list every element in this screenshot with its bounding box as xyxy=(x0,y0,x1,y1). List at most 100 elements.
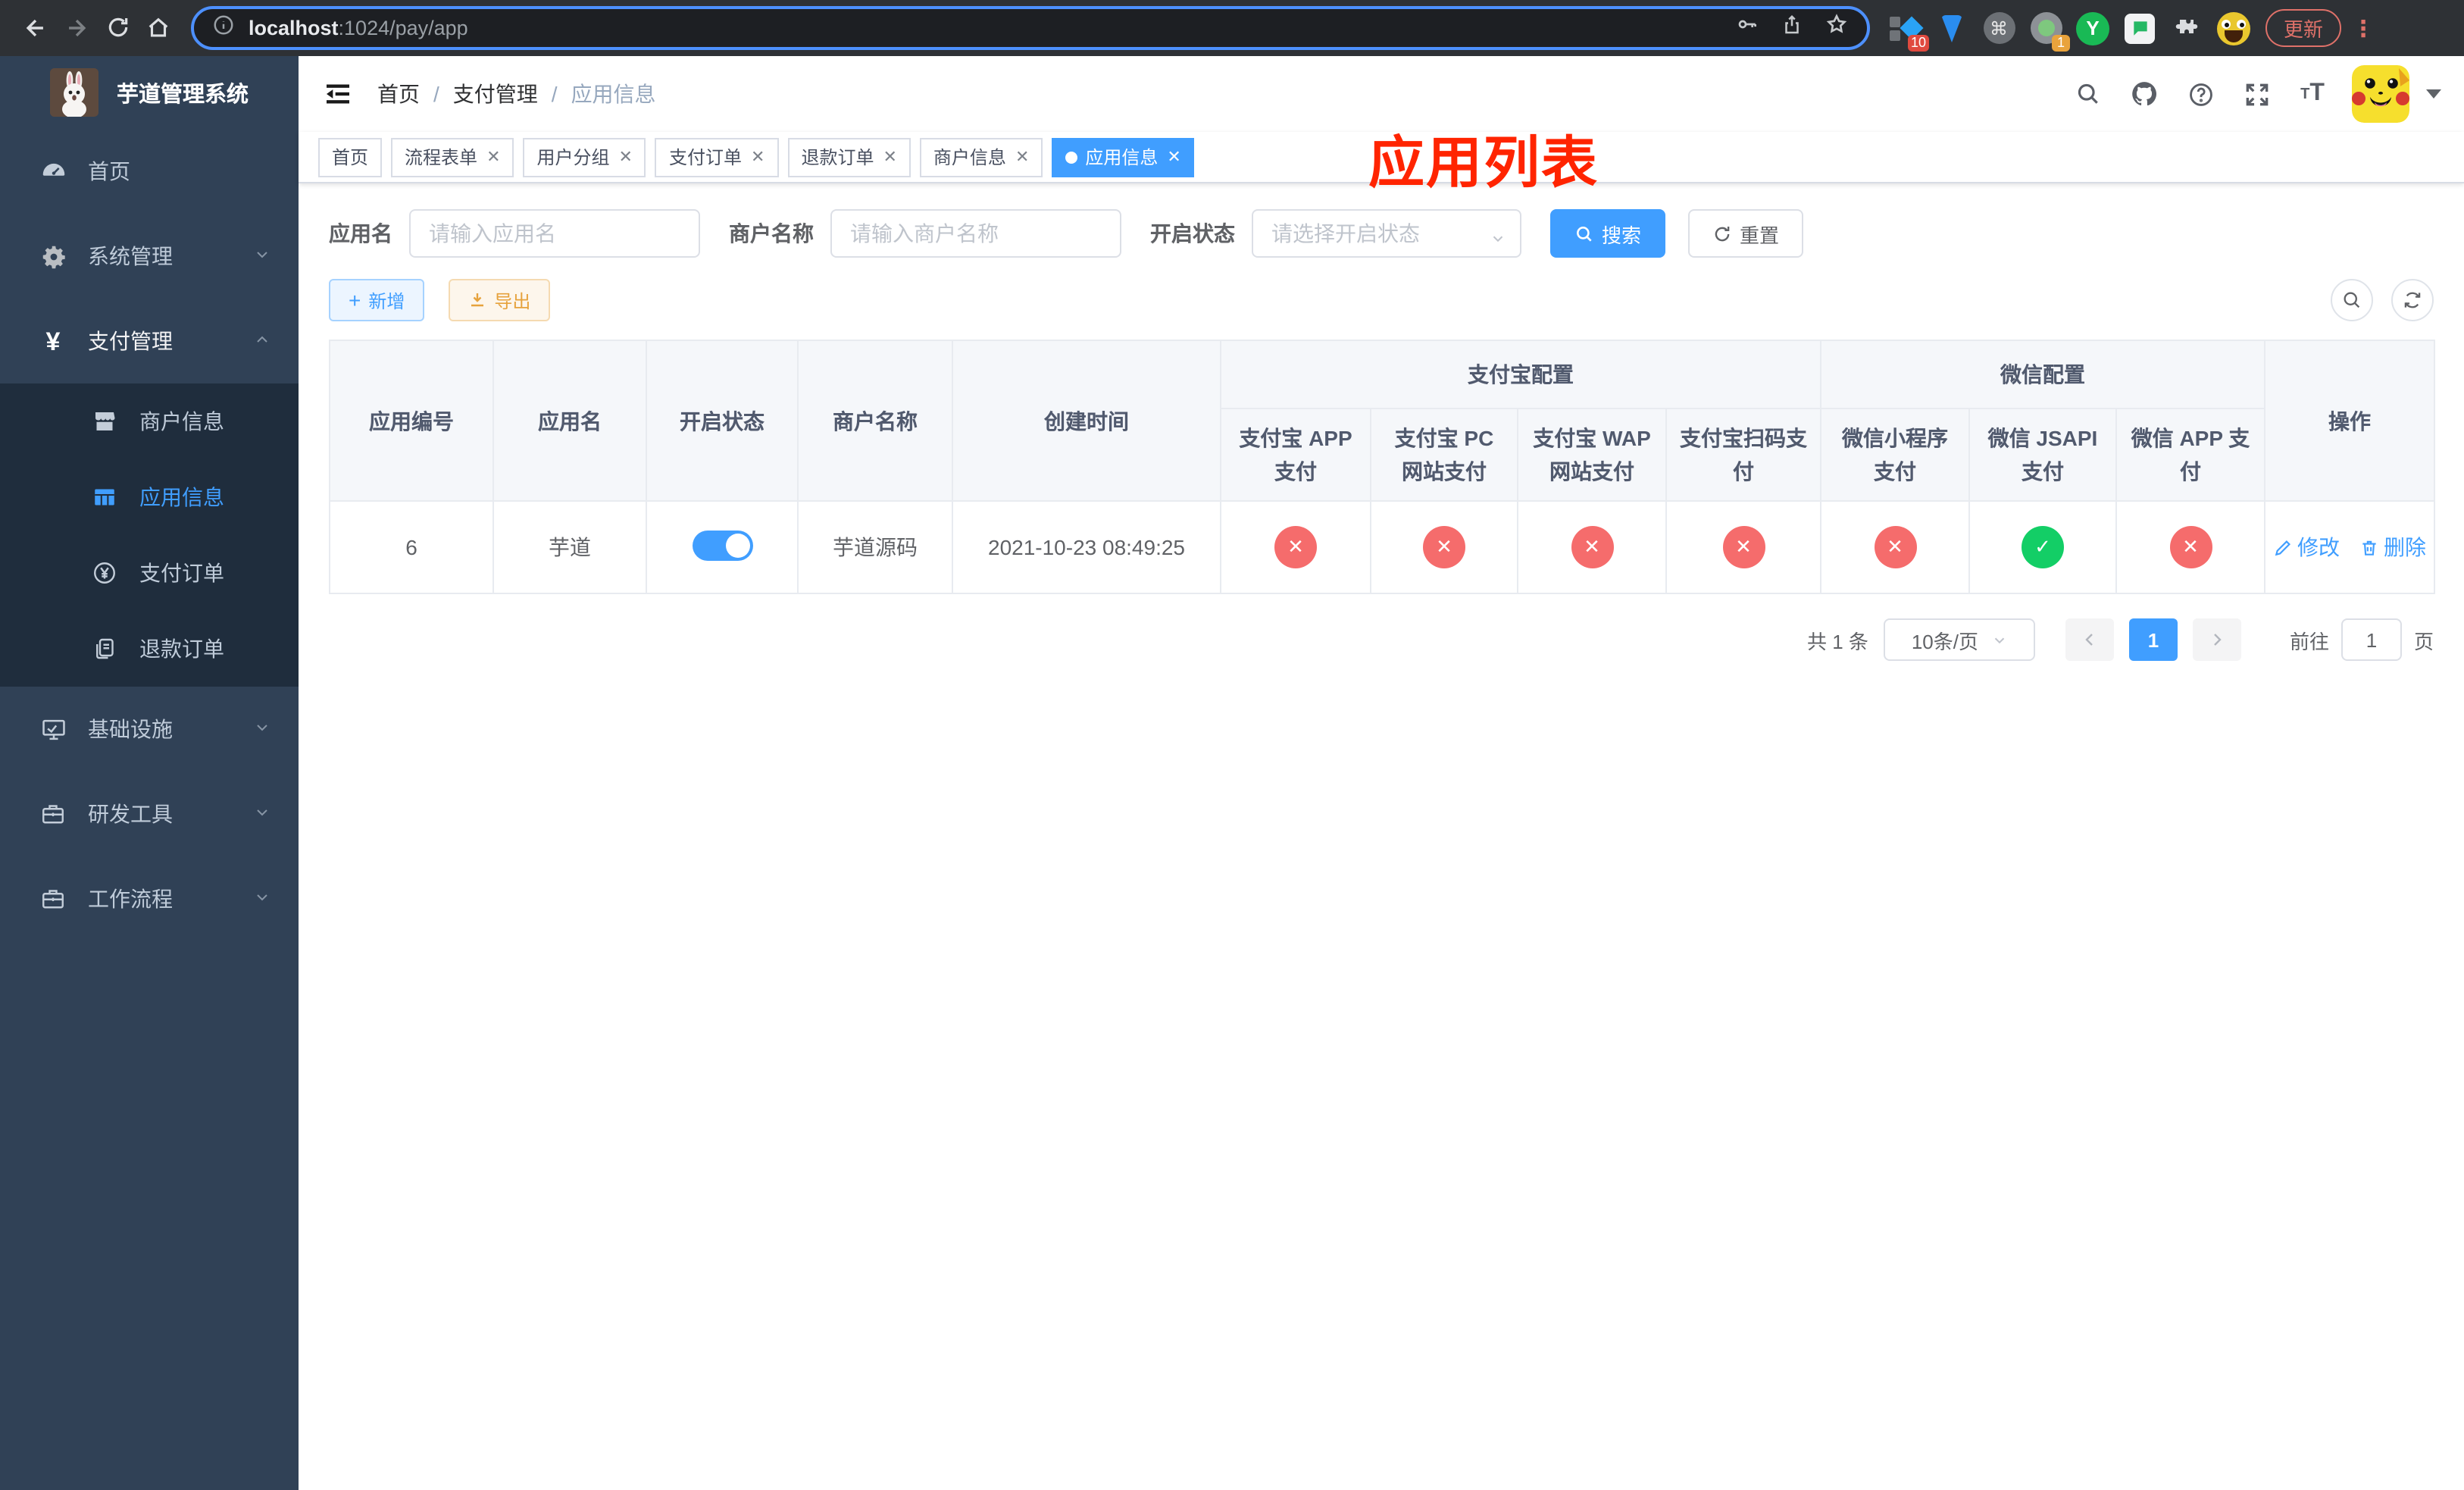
col-merchant: 商户名称 xyxy=(797,340,953,502)
next-page-button[interactable] xyxy=(2192,618,2241,661)
share-icon[interactable] xyxy=(1781,13,1803,43)
add-button[interactable]: + 新增 xyxy=(329,279,425,321)
merchant-name-input[interactable] xyxy=(830,209,1121,258)
export-button[interactable]: 导出 xyxy=(449,279,551,321)
font-size-icon[interactable]: TT xyxy=(2296,77,2329,111)
bookmark-star-icon[interactable] xyxy=(1825,12,1849,44)
extensions-puzzle-icon[interactable] xyxy=(2170,11,2203,45)
cell-app-name: 芋道 xyxy=(492,500,647,594)
page-content: 应用名 商户名称 开启状态 搜索 xyxy=(299,183,2464,1490)
sidebar-item-pay[interactable]: ¥ 支付管理 xyxy=(0,299,299,383)
sidebar-item-infra[interactable]: 基础设施 xyxy=(0,687,299,772)
tab-app-info-active[interactable]: 应用信息 ✕ xyxy=(1052,137,1195,177)
status-select[interactable] xyxy=(1252,209,1521,258)
cell-actions: 修改 删除 xyxy=(2264,500,2436,594)
fullscreen-icon[interactable] xyxy=(2240,77,2273,111)
sidebar-item-system[interactable]: 系统管理 xyxy=(0,214,299,299)
extension-command-icon[interactable]: ⌘ xyxy=(1982,11,2015,45)
page-number-current[interactable]: 1 xyxy=(2128,618,2178,661)
chevron-down-icon xyxy=(253,887,271,911)
profile-avatar-icon[interactable] xyxy=(2217,11,2250,45)
github-icon[interactable] xyxy=(2128,77,2161,111)
table-toolbar: + 新增 导出 xyxy=(329,279,2434,321)
close-icon[interactable]: ✕ xyxy=(619,147,633,167)
browser-menu-icon[interactable]: ⋮ xyxy=(2352,14,2376,42)
breadcrumb-home[interactable]: 首页 xyxy=(377,79,420,109)
col-alipay-qr: 支付宝扫码支付 xyxy=(1665,408,1821,502)
close-icon[interactable]: ✕ xyxy=(883,147,896,167)
extension-profile-icon[interactable]: 1 xyxy=(2029,11,2070,51)
col-wechat-jsapi: 微信 JSAPI 支付 xyxy=(1968,408,2117,502)
breadcrumb: 首页 / 支付管理 / 应用信息 xyxy=(377,79,656,109)
col-alipay-app: 支付宝 APP 支付 xyxy=(1220,408,1371,502)
page-size-select[interactable]: 10条/页 xyxy=(1883,618,2035,661)
app-name-input[interactable] xyxy=(409,209,700,258)
app-logo-row[interactable]: 芋道管理系统 xyxy=(0,56,299,129)
reset-button[interactable]: 重置 xyxy=(1688,209,1804,258)
browser-update-button[interactable]: 更新 xyxy=(2265,9,2342,47)
url-host: localhost xyxy=(249,17,339,39)
extension-badge-orange: 1 xyxy=(2052,34,2070,51)
edit-pencil-icon xyxy=(2275,540,2291,556)
tab-refund-order[interactable]: 退款订单 ✕ xyxy=(787,137,911,177)
browser-back-icon[interactable] xyxy=(15,14,56,42)
download-icon xyxy=(471,293,484,307)
sidebar-item-app-info[interactable]: 应用信息 xyxy=(0,459,299,535)
extension-chat-icon[interactable] xyxy=(2123,11,2156,45)
sidebar-item-merchant-info[interactable]: 商户信息 xyxy=(0,383,299,459)
help-icon[interactable] xyxy=(2184,77,2217,111)
refresh-icon xyxy=(2404,292,2421,308)
site-info-icon[interactable] xyxy=(212,13,235,43)
close-icon[interactable]: ✕ xyxy=(1167,147,1180,167)
sidebar-collapse-icon[interactable] xyxy=(321,77,355,111)
cell-app-id: 6 xyxy=(329,500,494,594)
grid-table-icon xyxy=(85,484,124,511)
tab-merchant-info[interactable]: 商户信息 ✕ xyxy=(919,137,1043,177)
user-avatar[interactable] xyxy=(2352,65,2409,123)
alipay-pc-status-icon: ✕ xyxy=(1423,526,1465,568)
extension-y-icon[interactable]: Y xyxy=(2076,11,2109,45)
goto-page-input[interactable] xyxy=(2340,618,2402,661)
wechat-mini-status-icon: ✕ xyxy=(1874,526,1916,568)
search-icon[interactable] xyxy=(2072,77,2105,111)
refresh-button[interactable] xyxy=(2391,279,2434,321)
toggle-search-button[interactable] xyxy=(2331,279,2373,321)
password-key-icon[interactable] xyxy=(1735,12,1759,44)
tab-user-group[interactable]: 用户分组 ✕ xyxy=(523,137,646,177)
browser-extensions: 10 ⌘ 1 Y xyxy=(1888,11,2250,51)
close-icon[interactable]: ✕ xyxy=(1015,147,1029,167)
group-alipay-config: 支付宝配置 xyxy=(1220,340,1821,409)
close-icon[interactable]: ✕ xyxy=(751,147,765,167)
browser-reload-icon[interactable] xyxy=(97,14,138,42)
search-button[interactable]: 搜索 xyxy=(1550,209,1666,258)
app-name-label: 应用名 xyxy=(329,221,392,246)
dashboard-icon xyxy=(33,157,73,186)
browser-chrome: localhost:1024/pay/app 10 ⌘ 1 Y 更新 ⋮ xyxy=(0,0,2464,56)
chevron-down-icon xyxy=(253,802,271,826)
yen-circle-icon xyxy=(85,559,124,587)
active-dot xyxy=(1065,151,1078,163)
tab-home[interactable]: 首页 xyxy=(318,137,383,177)
status-toggle[interactable] xyxy=(692,530,752,560)
briefcase-icon xyxy=(33,800,73,828)
extension-kite-icon[interactable] xyxy=(1935,11,1968,45)
breadcrumb-pay[interactable]: 支付管理 xyxy=(453,79,538,109)
sidebar-item-refund-order[interactable]: 退款订单 xyxy=(0,611,299,687)
browser-forward-icon[interactable] xyxy=(56,14,97,42)
tab-process-form[interactable]: 流程表单 ✕ xyxy=(391,137,514,177)
delete-link[interactable]: 删除 xyxy=(2359,532,2426,562)
avatar-caret-icon[interactable] xyxy=(2426,89,2441,99)
sidebar-item-workflow[interactable]: 工作流程 xyxy=(0,856,299,941)
extension-pinned-icon[interactable]: 10 xyxy=(1888,11,1929,51)
tab-pay-order[interactable]: 支付订单 ✕ xyxy=(655,137,779,177)
sidebar-item-pay-order[interactable]: 支付订单 xyxy=(0,535,299,611)
filter-form: 应用名 商户名称 开启状态 搜索 xyxy=(329,209,2434,258)
edit-link[interactable]: 修改 xyxy=(2273,532,2340,562)
screen: localhost:1024/pay/app 10 ⌘ 1 Y 更新 ⋮ 芋道… xyxy=(0,0,2464,1490)
sidebar-item-home[interactable]: 首页 xyxy=(0,129,299,214)
sidebar-item-dev-tools[interactable]: 研发工具 xyxy=(0,772,299,856)
browser-home-icon[interactable] xyxy=(138,14,179,42)
address-bar[interactable]: localhost:1024/pay/app xyxy=(191,6,1870,50)
prev-page-button[interactable] xyxy=(2065,618,2114,661)
close-icon[interactable]: ✕ xyxy=(486,147,500,167)
